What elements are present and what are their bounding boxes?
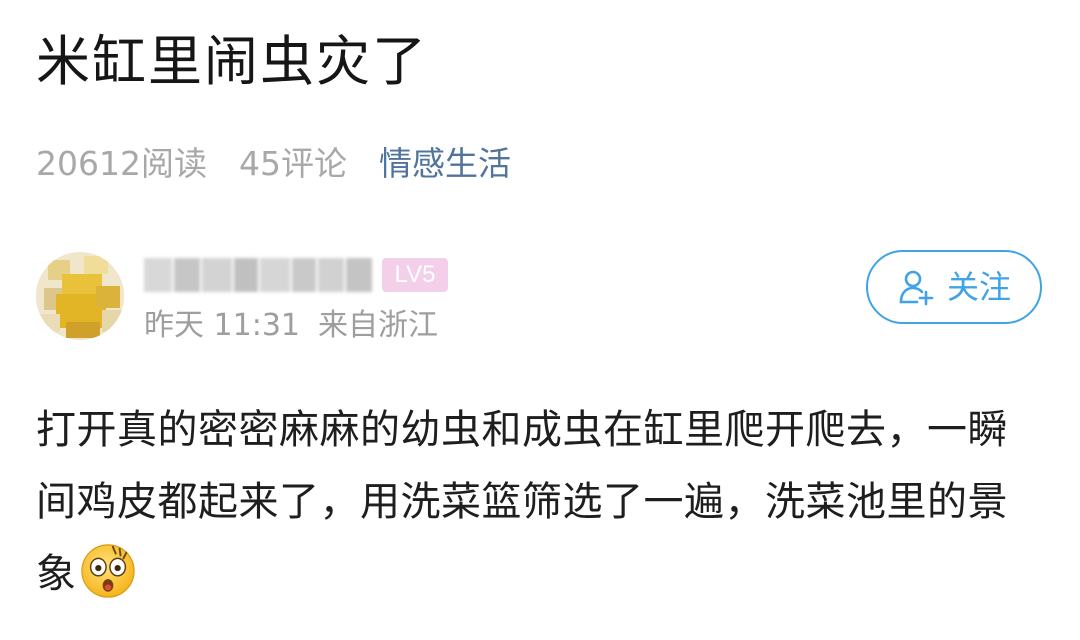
- avatar[interactable]: [36, 252, 124, 340]
- add-user-icon: [899, 270, 934, 306]
- shocked-face-emoji-icon: [80, 544, 135, 598]
- follow-label: 关注: [946, 268, 1011, 306]
- follow-button[interactable]: 关注: [866, 250, 1042, 324]
- post-body-text: 打开真的密密麻麻的幼虫和成虫在缸里爬开爬去，一瞬间鸡皮都起来了，用洗菜篮筛选了一…: [36, 407, 1008, 597]
- post-title: 米缸里闹虫灾了: [36, 30, 428, 93]
- post-body: 打开真的密密麻麻的幼虫和成虫在缸里爬开爬去，一瞬间鸡皮都起来了，用洗菜篮筛选了一…: [36, 394, 1046, 610]
- comment-count[interactable]: 45评论: [239, 137, 347, 185]
- level-badge: LV5: [382, 258, 448, 292]
- time-text: 昨天 11:31: [144, 308, 300, 343]
- location-text: 来自浙江: [318, 308, 438, 343]
- category-tag[interactable]: 情感生活: [379, 137, 511, 185]
- username-redacted[interactable]: [144, 258, 374, 292]
- post-meta: 20612阅读 45评论 情感生活: [36, 138, 511, 184]
- read-count: 20612阅读: [36, 144, 207, 183]
- post-time: 昨天 11:31 来自浙江: [144, 308, 438, 344]
